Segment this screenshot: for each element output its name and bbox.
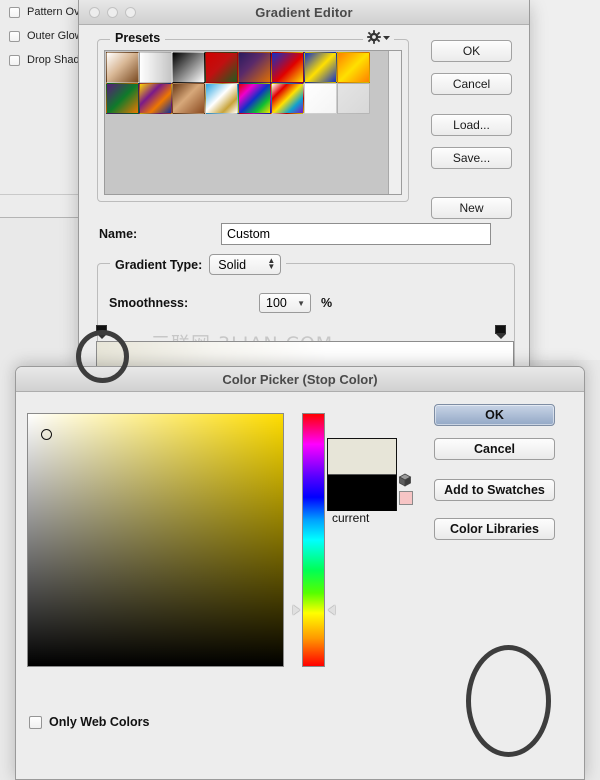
checkbox-drop-shadow[interactable] [9, 54, 20, 66]
hue-slider-arrow-left-icon[interactable] [293, 605, 300, 615]
presets-scrollbar[interactable] [388, 51, 401, 194]
gradient-editor-window: Gradient Editor Presets OK Cancel Load..… [78, 0, 530, 382]
presets-well[interactable] [104, 50, 402, 195]
opacity-stop-square [495, 325, 506, 334]
gradient-type-value: Solid [218, 257, 247, 272]
gradient-preview-bar[interactable] [96, 341, 514, 367]
preset-swatch-violet-green-orange[interactable] [106, 83, 139, 114]
name-label: Name: [99, 227, 138, 241]
smoothness-unit: % [321, 296, 333, 310]
only-web-colors-checkbox[interactable] [29, 715, 42, 729]
gradient-type-legend: Gradient Type: Solid ▲ ▼ [110, 254, 287, 275]
chevron-down-icon[interactable]: ▼ [297, 299, 305, 308]
opacity-stop-square [96, 325, 107, 334]
opacity-stop-right[interactable] [495, 325, 506, 339]
color-picker-ok-button[interactable]: OK [434, 404, 555, 426]
only-web-colors-label: Only Web Colors [49, 715, 150, 729]
stepper-icon[interactable]: ▲ ▼ [267, 257, 275, 271]
preset-swatch-blue-yellow-blue[interactable] [304, 52, 337, 83]
gradient-editor-ok-button[interactable]: OK [431, 40, 512, 62]
checkbox-pattern-overlay[interactable] [9, 6, 20, 18]
layer-style-label: Outer Glow [27, 30, 83, 42]
gamut-warning-icon[interactable] [399, 491, 413, 505]
preset-swatch-checkerboard[interactable] [337, 83, 370, 114]
gradient-editor-cancel-button[interactable]: Cancel [431, 73, 512, 95]
new-color-swatch[interactable] [328, 439, 396, 475]
opacity-stop-pointer [495, 334, 506, 339]
color-picker-dialog: Color Picker (Stop Color) Only Web Color… [15, 366, 585, 780]
gradient-editor-new-button[interactable]: New [431, 197, 512, 219]
preset-swatch-foreground-to-background[interactable] [106, 52, 139, 83]
color-picker-titlebar[interactable]: Color Picker (Stop Color) [16, 367, 584, 392]
checkbox-outer-glow[interactable] [9, 30, 20, 42]
background-backdrop [528, 0, 600, 360]
gradient-type-label: Gradient Type: [115, 257, 203, 272]
preset-swatch-transparent-rainbow[interactable] [271, 83, 304, 114]
presets-legend: Presets [110, 31, 166, 45]
color-picker-cancel-button[interactable]: Cancel [434, 438, 555, 460]
gradient-editor-titlebar[interactable]: Gradient Editor [79, 0, 529, 25]
hue-slider-arrow-right-icon[interactable] [328, 605, 335, 615]
smoothness-value: 100 [266, 296, 287, 310]
gear-icon[interactable] [363, 30, 394, 44]
chevron-down-icon [383, 35, 390, 40]
preset-swatch-spectrum[interactable] [238, 83, 271, 114]
preset-swatch-blue-red-yellow[interactable] [271, 52, 304, 83]
smoothness-label: Smoothness: [109, 296, 189, 310]
preset-swatch-yellow-violet-orange-blue[interactable] [139, 83, 172, 114]
add-to-swatches-button[interactable]: Add to Swatches [434, 479, 555, 501]
gradient-editor-load-button[interactable]: Load... [431, 114, 512, 136]
smoothness-select[interactable]: 100 ▼ [259, 293, 311, 313]
saturation-brightness-field[interactable] [27, 413, 284, 667]
preset-swatch-chrome[interactable] [205, 83, 238, 114]
preset-swatch-copper[interactable] [172, 83, 205, 114]
label-current-color: current [332, 511, 370, 525]
gradient-name-input[interactable]: Custom [221, 223, 491, 245]
preset-swatch-foreground-to-transparent[interactable] [139, 52, 172, 83]
color-libraries-button[interactable]: Color Libraries [434, 518, 555, 540]
gradient-editor-body: Presets OK Cancel Load... Save... New Na… [79, 25, 529, 382]
preset-swatch-orange-yellow-orange[interactable] [337, 52, 370, 83]
preset-swatch-violet-orange[interactable] [238, 52, 271, 83]
gradient-type-select[interactable]: Solid ▲ ▼ [209, 254, 282, 275]
web-safe-cube-icon[interactable] [398, 473, 412, 490]
gradient-editor-save-button[interactable]: Save... [431, 147, 512, 169]
color-picker-title: Color Picker (Stop Color) [222, 371, 378, 387]
opacity-stop-pointer [96, 334, 107, 339]
current-color-swatch[interactable] [328, 475, 396, 511]
sb-gradient [28, 414, 283, 666]
preset-swatch-transparent-stripes[interactable] [304, 83, 337, 114]
sb-selection-marker[interactable] [41, 429, 52, 440]
presets-group: Presets [97, 30, 409, 202]
preset-swatch-red-green[interactable] [205, 52, 238, 83]
preset-swatch-grid[interactable] [105, 51, 401, 117]
new-current-color-swatch[interactable] [327, 438, 397, 511]
preset-swatch-black-white[interactable] [172, 52, 205, 83]
gradient-editor-title: Gradient Editor [255, 4, 353, 20]
opacity-stop-left[interactable] [96, 325, 107, 339]
only-web-colors-row[interactable]: Only Web Colors [29, 715, 149, 729]
hue-slider[interactable] [302, 413, 325, 667]
